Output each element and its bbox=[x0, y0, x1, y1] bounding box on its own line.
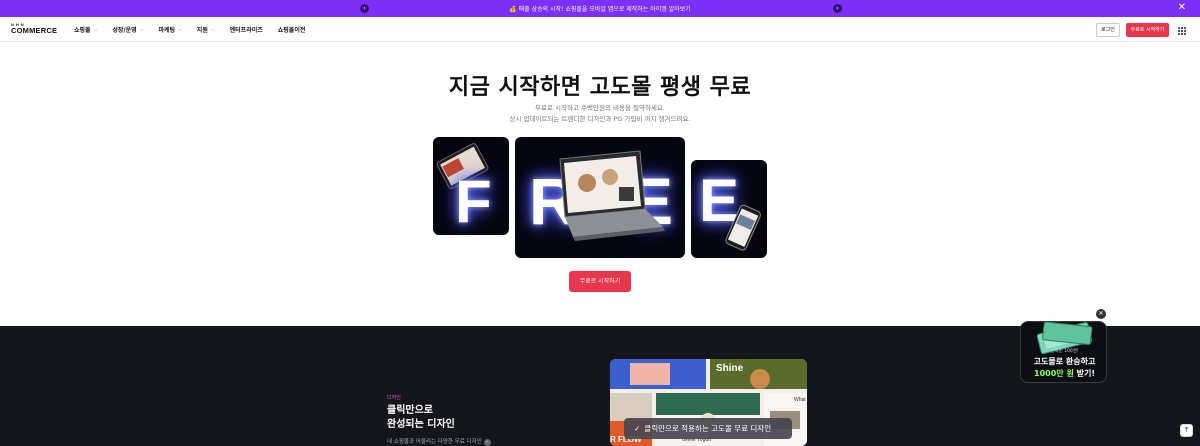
hero-card-e: E bbox=[691, 160, 767, 258]
menu-item-enterprise[interactable]: 엔터프라이즈 bbox=[230, 25, 263, 34]
check-icon: ✓ bbox=[634, 424, 641, 433]
hero-subtitle: 무료로 시작하고 수백만원의 비용을 절약하세요. 상시 업데이트되는 트렌디한… bbox=[0, 103, 1200, 125]
menu-item-marketing[interactable]: 마케팅 ⌵ bbox=[158, 25, 182, 35]
phone-image bbox=[725, 204, 761, 251]
logo-commerce: COMMERCE bbox=[11, 26, 58, 35]
widget-line2: 1000만 원 받기! bbox=[1021, 368, 1108, 379]
hero-sub-line1: 무료로 시작하고 수백만원의 비용을 절약하세요. bbox=[535, 104, 665, 112]
menu-item-support[interactable]: 지원 ⌵ bbox=[196, 25, 215, 35]
chevron-down-icon: ⌵ bbox=[210, 26, 215, 33]
chevron-right-icon[interactable]: › bbox=[833, 4, 842, 13]
menu-item-growth[interactable]: 성장/운영 ⌵ bbox=[112, 25, 144, 35]
section-title: 클릭만으로 완성되는 디자인 bbox=[387, 404, 455, 432]
start-free-button[interactable]: 무료로 시작하기 bbox=[1126, 23, 1169, 37]
arrow-up-icon[interactable]: ⤒ bbox=[1180, 424, 1193, 437]
login-button[interactable]: 로그인 bbox=[1096, 23, 1120, 37]
menu-label: 마케팅 bbox=[158, 27, 175, 34]
mosaic-label-what: What bbox=[794, 397, 806, 403]
section-title-line2: 완성되는 디자인 bbox=[387, 419, 455, 430]
glow-letter-f: F bbox=[455, 168, 492, 235]
promo-banner[interactable]: ‹ 💰 매출 상승의 시작! 쇼핑몰을 모바일 앱으로 제작하는 아이엠 알아보… bbox=[0, 0, 1200, 17]
hero-title: 지금 시작하면 고도몰 평생 무료 bbox=[448, 75, 752, 100]
main-menu: 쇼핑몰 ⌵ 성장/운영 ⌵ 마케팅 ⌵ 지원 ⌵ 엔터프라이즈 쇼핑몰이전 bbox=[74, 25, 320, 35]
widget-line1: 고도몰로 환승하고 bbox=[1033, 357, 1096, 366]
section-desc-text: 내 쇼핑몰과 어울리는 다양한 무료 디자인 bbox=[387, 439, 482, 445]
section-tag: 디자인 bbox=[387, 395, 401, 401]
menu-item-migration[interactable]: 쇼핑몰이전 bbox=[278, 25, 306, 34]
mosaic-label-shine: Shine bbox=[716, 363, 744, 374]
close-icon[interactable]: ✕ bbox=[1178, 2, 1186, 13]
chevron-down-icon: ⌵ bbox=[178, 26, 182, 33]
laptop-image bbox=[559, 150, 665, 241]
top-nav: NHN COMMERCE 쇼핑몰 ⌵ 성장/운영 ⌵ 마케팅 ⌵ 지원 ⌵ 엔터프라이즈… bbox=[0, 17, 1200, 42]
widget-line2-suffix: 받기! bbox=[1073, 369, 1095, 378]
hero-start-button[interactable]: 무료로 시작하기 bbox=[569, 271, 631, 292]
promo-text[interactable]: 💰 매출 상승의 시작! 쇼핑몰을 모바일 앱으로 제작하는 아이엠 알아보기 bbox=[509, 4, 691, 13]
menu-label: 엔터프라이즈 bbox=[229, 27, 263, 34]
grid-icon[interactable] bbox=[1178, 27, 1186, 35]
toast-text: 클릭만으로 적용하는 고도몰 무료 디자인 bbox=[644, 424, 772, 433]
design-toast: ✓ 클릭만으로 적용하는 고도몰 무료 디자인 bbox=[624, 418, 792, 439]
logo[interactable]: NHN COMMERCE bbox=[11, 23, 57, 35]
chevron-down-icon: ⌵ bbox=[139, 26, 144, 33]
hero-card-f: F bbox=[433, 137, 509, 235]
hero-sub-line2: 상시 업데이트되는 트렌디한 디자인과 PG 가입비 까지 챙겨드려요. bbox=[509, 115, 691, 123]
menu-item-shop[interactable]: 쇼핑몰 ⌵ bbox=[74, 25, 98, 35]
menu-label: 쇼핑몰이전 bbox=[277, 27, 306, 34]
section-description: 내 쇼핑몰과 어울리는 다양한 무료 디자인 › bbox=[387, 437, 491, 446]
menu-label: 지원 bbox=[196, 27, 208, 34]
menu-label: 성장/운영 bbox=[112, 27, 137, 34]
chevron-down-icon: ⌵ bbox=[93, 26, 98, 33]
menu-label: 쇼핑몰 bbox=[74, 27, 91, 34]
chevron-left-icon[interactable]: ‹ bbox=[360, 4, 369, 13]
arrow-right-icon[interactable]: › bbox=[483, 439, 491, 446]
section-title-line1: 클릭만으로 bbox=[387, 405, 433, 416]
close-icon[interactable]: ✕ bbox=[1096, 309, 1106, 319]
promo-widget[interactable]: 선착순 100명! 고도몰로 환승하고 1000만 원 받기! bbox=[1020, 321, 1107, 383]
widget-small-text: 선착순 100명! bbox=[1050, 349, 1079, 354]
widget-highlight: 1000만 원 bbox=[1034, 369, 1074, 378]
hero-card-re: R E bbox=[515, 137, 685, 258]
